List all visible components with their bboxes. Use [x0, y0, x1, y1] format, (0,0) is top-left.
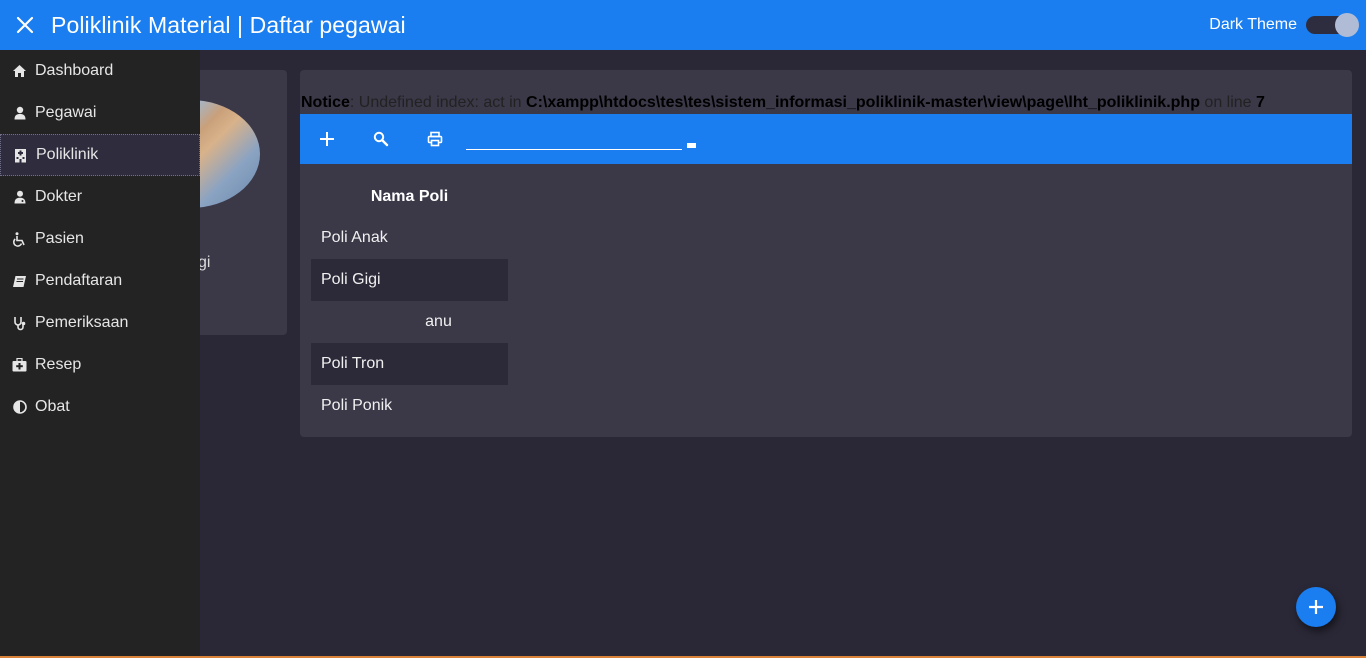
search-icon: [373, 131, 389, 147]
plus-icon: [1309, 600, 1323, 614]
notice-line-number: 7: [1256, 94, 1265, 111]
add-button[interactable]: [300, 114, 354, 164]
sidebar-item-obat[interactable]: Obat: [0, 386, 200, 428]
plus-icon: [320, 132, 334, 146]
table-row[interactable]: anu: [311, 301, 508, 343]
user-icon: [12, 106, 27, 121]
sidebar-item-pegawai[interactable]: Pegawai: [0, 92, 200, 134]
dark-theme-toggle[interactable]: [1306, 13, 1360, 37]
sidebar-item-label: Pegawai: [35, 104, 97, 121]
sidebar-item-dashboard[interactable]: Dashboard: [0, 50, 200, 92]
dark-theme-label: Dark Theme: [1209, 16, 1297, 33]
table-toolbar: [300, 114, 1352, 164]
php-notice: Notice: Undefined index: act in C:\xampp…: [301, 94, 1265, 112]
close-icon: [16, 16, 34, 34]
toggle-thumb: [1335, 13, 1359, 37]
hospital-icon: [13, 148, 28, 163]
sidebar-item-label: Resep: [35, 356, 82, 373]
notice-label: Notice: [301, 94, 350, 111]
sidebar-item-resep[interactable]: Resep: [0, 344, 200, 386]
print-icon: [427, 131, 443, 147]
page-title: Poliklinik Material | Daftar pegawai: [51, 11, 406, 38]
sidebar: Dashboard Pegawai Poliklinik Dokter Pasi…: [0, 50, 200, 658]
sidebar-item-label: Dokter: [35, 188, 83, 205]
sidebar-item-pendaftaran[interactable]: Pendaftaran: [0, 260, 200, 302]
notice-message: : Undefined index: act in: [349, 94, 527, 111]
search-input[interactable]: [466, 128, 682, 150]
column-header-nama-poli: Nama Poli: [370, 188, 449, 205]
sidebar-item-label: Pendaftaran: [35, 272, 123, 289]
sidebar-item-label: Poliklinik: [36, 146, 99, 163]
sidebar-item-pasien[interactable]: Pasien: [0, 218, 200, 260]
app-bar: Poliklinik Material | Daftar pegawai Dar…: [0, 0, 1366, 50]
notice-path: C:\xampp\htdocs\tes\tes\sistem_informasi…: [526, 94, 1200, 111]
sidebar-item-pemeriksaan[interactable]: Pemeriksaan: [0, 302, 200, 344]
search-button[interactable]: [354, 114, 408, 164]
search-submit-button[interactable]: [687, 142, 696, 148]
wheelchair-icon: [12, 231, 27, 247]
sidebar-item-label: Dashboard: [35, 62, 114, 79]
sidebar-item-poliklinik[interactable]: Poliklinik: [0, 134, 200, 176]
sidebar-item-label: Obat: [35, 398, 70, 415]
notice-line-text: on line: [1199, 94, 1257, 111]
table-row[interactable]: Poli Gigi: [311, 259, 508, 301]
medkit-icon: [12, 358, 27, 373]
doctor-icon: [12, 190, 27, 205]
main-card: Notice: Undefined index: act in C:\xampp…: [300, 70, 1352, 437]
table-row[interactable]: Poli Ponik: [311, 385, 508, 427]
print-button[interactable]: [408, 114, 462, 164]
floating-add-button[interactable]: [1296, 587, 1336, 627]
sidebar-item-label: Pasien: [35, 230, 84, 247]
home-icon: [12, 64, 27, 79]
half-circle-icon: [12, 400, 27, 415]
sidebar-item-dokter[interactable]: Dokter: [0, 176, 200, 218]
poli-table: Poli Anak Poli Gigi anu Poli Tron Poli P…: [311, 217, 508, 427]
table-row[interactable]: Poli Anak: [311, 217, 508, 259]
stethoscope-icon: [12, 316, 27, 331]
table-row[interactable]: Poli Tron: [311, 343, 508, 385]
theme-toggle-group: Dark Theme: [1209, 0, 1360, 50]
sidebar-item-label: Pemeriksaan: [35, 314, 129, 331]
book-icon: [12, 274, 27, 289]
close-menu-button[interactable]: [0, 0, 50, 50]
